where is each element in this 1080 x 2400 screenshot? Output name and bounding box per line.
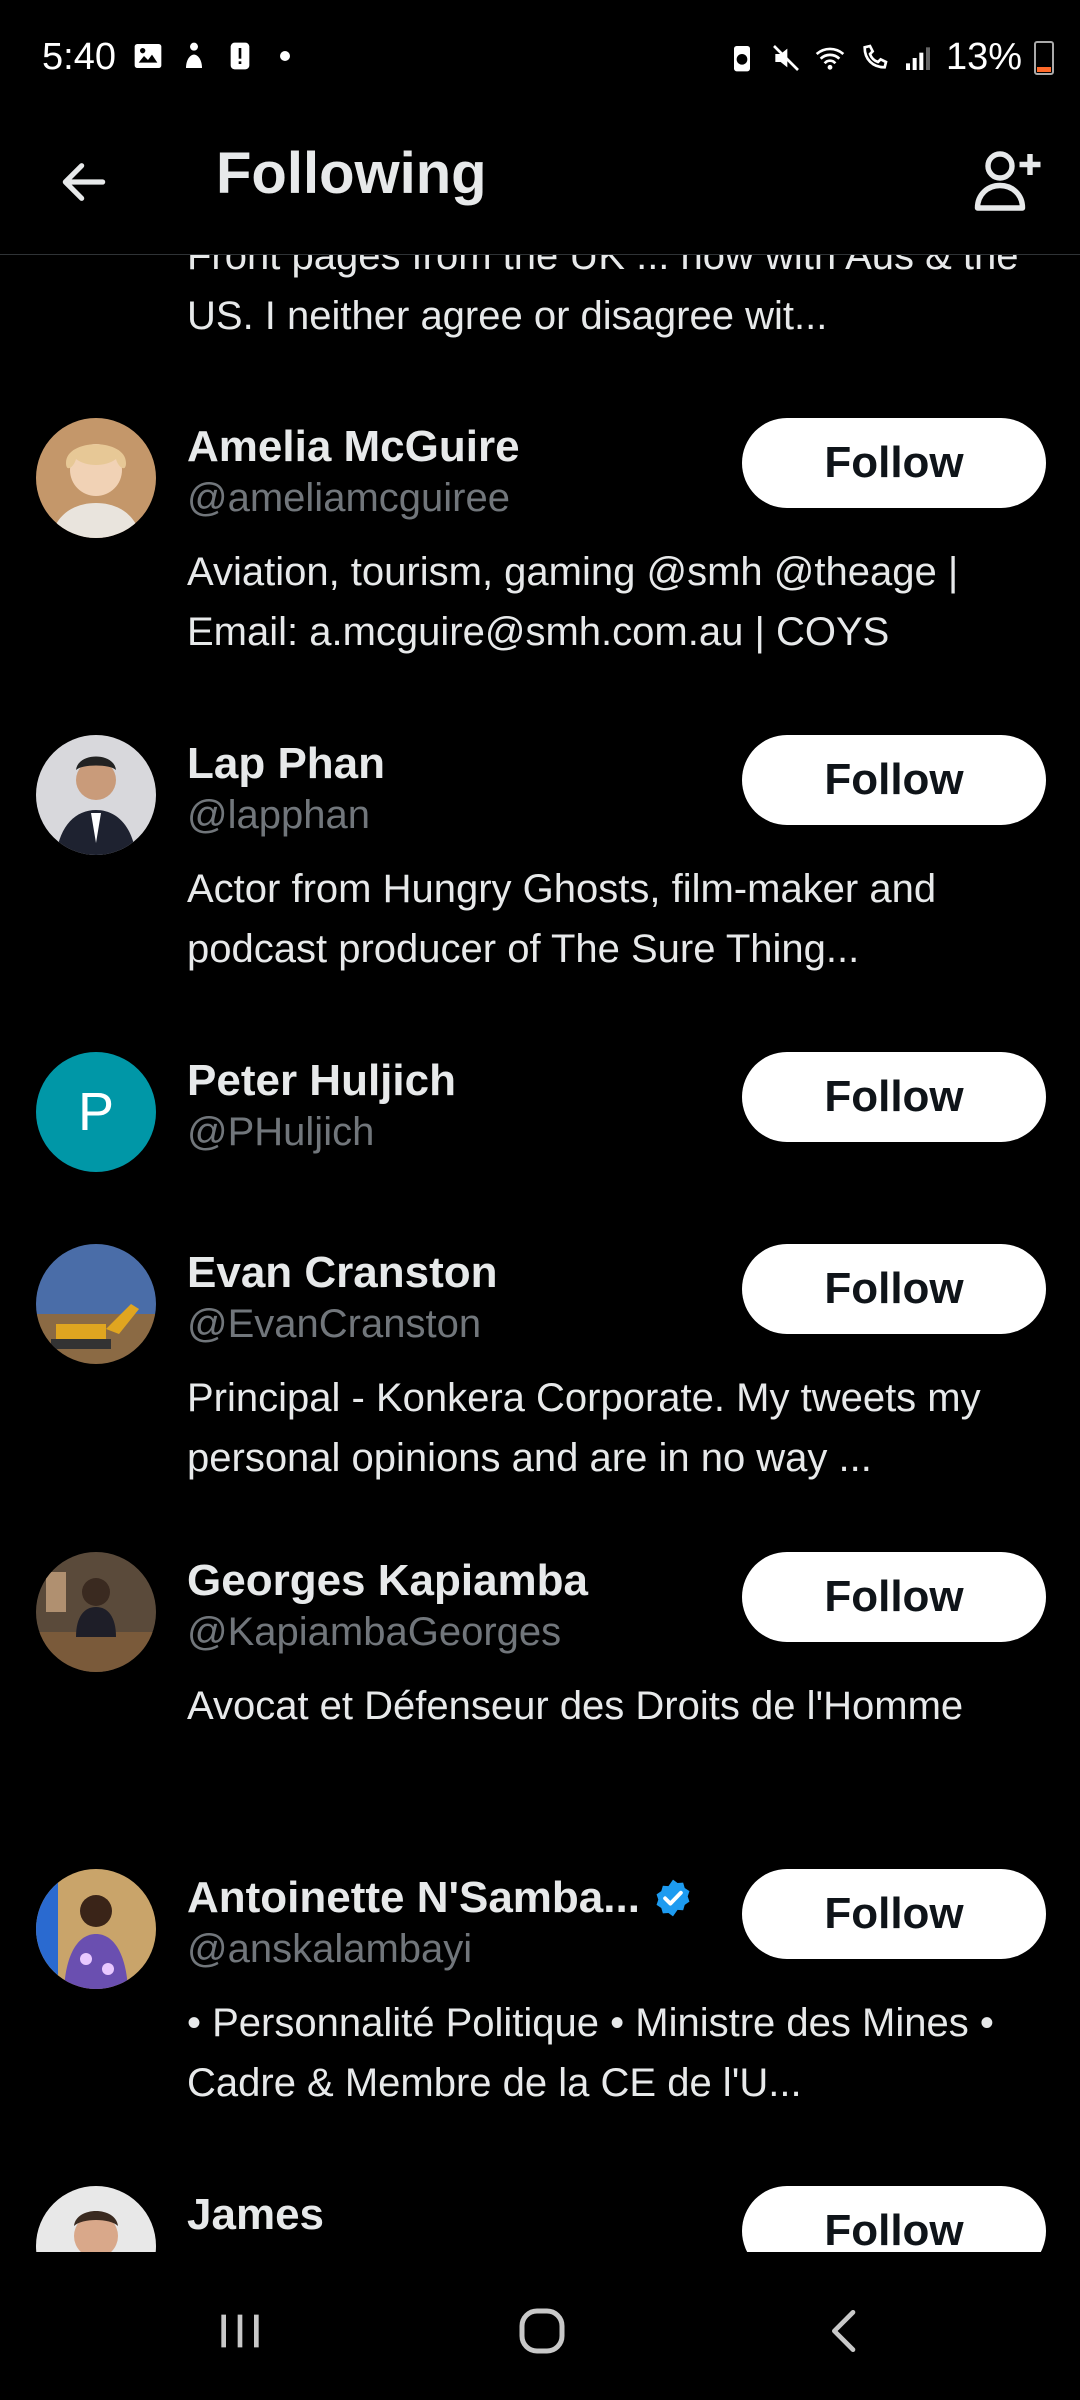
recents-icon (221, 2314, 259, 2348)
user-handle: @ameliamcguiree (187, 476, 510, 520)
add-user-button[interactable] (966, 138, 1052, 224)
home-icon (519, 2308, 565, 2354)
wifi-icon (815, 47, 845, 70)
avatar[interactable] (36, 418, 156, 538)
follow-button[interactable]: Follow (742, 2186, 1046, 2252)
user-row[interactable]: Georges Kapiamba @KapiambaGeorges Follow… (0, 1552, 1080, 1752)
user-row[interactable]: P Peter Huljich @PHuljich Follow (0, 1052, 1080, 1182)
home-button[interactable] (502, 2296, 582, 2366)
verified-badge-icon (656, 1879, 690, 1917)
status-time: 5:40 (42, 36, 116, 78)
user-handle: @EvanCranston (187, 1302, 482, 1346)
user-handle: @PHuljich (187, 1110, 375, 1154)
user-name[interactable]: Amelia McGuire (187, 422, 520, 472)
avatar[interactable] (36, 2186, 156, 2252)
avatar[interactable]: P (36, 1052, 156, 1172)
avatar[interactable] (36, 1869, 156, 1989)
user-row[interactable]: Antoinette N'Samba... @anskalambayi Foll… (0, 1869, 1080, 2105)
battery-icon (1034, 40, 1054, 75)
mute-icon (772, 44, 799, 71)
user-row[interactable]: Amelia McGuire @ameliamcguiree Follow Av… (0, 418, 1080, 654)
following-list[interactable]: Front pages from the UK ... now with Aus… (0, 254, 1080, 2252)
accessibility-icon (186, 42, 202, 68)
back-chevron-icon (832, 2310, 856, 2352)
dot-icon (280, 51, 290, 61)
user-name[interactable]: Antoinette N'Samba... (187, 1873, 640, 1923)
avatar[interactable] (36, 735, 156, 855)
signal-icon (905, 46, 930, 70)
arrow-left-icon (62, 163, 106, 201)
avatar[interactable] (36, 1244, 156, 1364)
user-row[interactable]: Lap Phan @lapphan Follow Actor from Hung… (0, 735, 1080, 971)
user-name[interactable]: Georges Kapiamba (187, 1556, 588, 1606)
user-bio: Avocat et Défenseur des Droits de l'Homm… (187, 1684, 964, 1728)
alert-icon (230, 42, 250, 70)
system-nav-bar (0, 2252, 1080, 2400)
follow-button[interactable]: Follow (742, 418, 1046, 508)
follow-button[interactable]: Follow (742, 1869, 1046, 1959)
user-bio: Aviation, tourism, gaming @smh @theage |… (187, 550, 959, 654)
user-bio: Front pages from the UK ... now with Aus… (187, 254, 1019, 338)
wifi-call-icon (863, 43, 888, 69)
user-bio: Principal - Konkera Corporate. My tweets… (187, 1376, 981, 1480)
follow-button[interactable]: Follow (742, 735, 1046, 825)
user-handle: @KapiambaGeorges (187, 1610, 562, 1654)
battery-saver-icon (733, 45, 750, 71)
user-handle: @anskalambayi (187, 1927, 473, 1971)
nav-back-button[interactable] (806, 2296, 886, 2366)
avatar-letter: P (77, 1082, 115, 1142)
user-bio: • Personnalité Politique • Ministre des … (187, 2001, 994, 2105)
status-bar: 5:40 13% (0, 0, 1080, 120)
status-left-icons (132, 40, 290, 72)
user-handle: @lapphan (187, 793, 370, 837)
user-name[interactable]: James (187, 2190, 324, 2240)
recents-button[interactable] (200, 2296, 280, 2366)
top-app-bar: Following (0, 120, 1080, 255)
page-title: Following (216, 141, 487, 206)
avatar[interactable] (36, 1552, 156, 1672)
follow-button[interactable]: Follow (742, 1052, 1046, 1142)
add-user-icon (974, 151, 1041, 211)
follow-button[interactable]: Follow (742, 1552, 1046, 1642)
back-button[interactable] (44, 142, 124, 222)
user-name[interactable]: Evan Cranston (187, 1248, 498, 1298)
user-row[interactable]: James Follow (0, 2186, 1080, 2252)
user-bio: Actor from Hungry Ghosts, film-maker and… (187, 867, 937, 971)
user-name[interactable]: Lap Phan (187, 739, 385, 789)
user-row[interactable]: Evan Cranston @EvanCranston Follow Princ… (0, 1244, 1080, 1480)
status-right: 13% (726, 36, 1054, 79)
battery-percent: 13% (945, 36, 1022, 78)
follow-button[interactable]: Follow (742, 1244, 1046, 1334)
user-name[interactable]: Peter Huljich (187, 1056, 456, 1106)
gallery-icon (134, 44, 162, 68)
